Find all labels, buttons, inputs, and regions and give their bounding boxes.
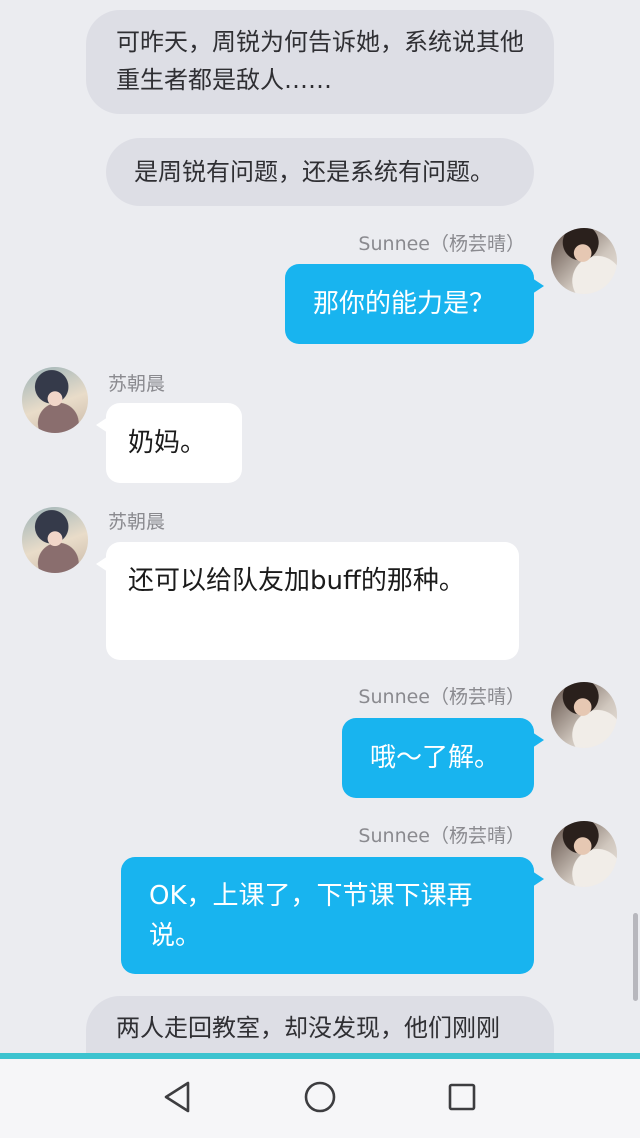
system-nav-bar [0, 1059, 640, 1138]
narration-text: 可昨天，周锐为何告诉她，系统说其他重生者都是敌人…… [116, 28, 524, 94]
sender-name: Sunnee（杨芸晴） [358, 825, 525, 847]
message-bubble-self[interactable]: 那你的能力是？ [285, 264, 544, 344]
back-button[interactable] [158, 1077, 198, 1117]
sender-name: 苏朝晨 [108, 511, 166, 533]
narration-text: 两人走回教室，却没发现，他们刚刚 [116, 1014, 500, 1042]
recent-apps-button[interactable] [442, 1077, 482, 1117]
sender-name: Sunnee（杨芸晴） [358, 686, 525, 708]
home-button[interactable] [300, 1077, 340, 1117]
narration-bubble: 可昨天，周锐为何告诉她，系统说其他重生者都是敌人…… [86, 10, 554, 114]
message-text: 哦～了解。 [370, 743, 501, 773]
message-text: 还可以给队友加buff的那种。 [128, 566, 465, 596]
narration-text: 是周锐有问题，还是系统有问题。 [134, 158, 494, 186]
message-bubble-self[interactable]: 哦～了解。 [342, 718, 544, 798]
message-bubble-other[interactable]: 奶妈。 [96, 403, 242, 483]
app-root: 可昨天，周锐为何告诉她，系统说其他重生者都是敌人…… 是周锐有问题，还是系统有问… [0, 0, 640, 1138]
chat-area[interactable]: 可昨天，周锐为何告诉她，系统说其他重生者都是敌人…… 是周锐有问题，还是系统有问… [0, 0, 640, 1055]
avatar[interactable] [551, 228, 617, 294]
message-bubble-self[interactable]: OK，上课了，下节课下课再说。 [121, 857, 544, 974]
back-triangle-icon [164, 1081, 190, 1113]
message-text: 奶妈。 [128, 428, 207, 458]
sender-name: Sunnee（杨芸晴） [358, 233, 525, 255]
narration-bubble: 是周锐有问题，还是系统有问题。 [106, 138, 534, 206]
scrollbar[interactable] [633, 913, 638, 1001]
message-text: 那你的能力是？ [313, 289, 496, 319]
message-bubble-other[interactable]: 还可以给队友加buff的那种。 [96, 542, 519, 660]
home-circle-icon [304, 1081, 336, 1113]
narration-bubble: 两人走回教室，却没发现，他们刚刚 [86, 996, 554, 1055]
avatar[interactable] [551, 821, 617, 887]
recent-square-icon [448, 1083, 476, 1111]
avatar[interactable] [22, 507, 88, 573]
avatar[interactable] [551, 682, 617, 748]
avatar[interactable] [22, 367, 88, 433]
message-text: OK，上课了，下节课下课再说。 [149, 881, 473, 951]
sender-name: 苏朝晨 [108, 373, 166, 395]
